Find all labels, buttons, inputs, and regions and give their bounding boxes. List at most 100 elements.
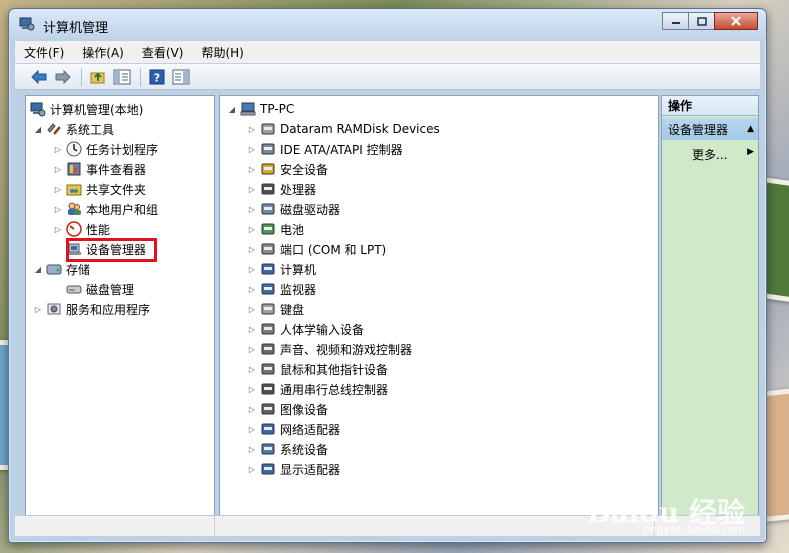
- collapsed-arrow-icon[interactable]: ▷: [54, 225, 62, 234]
- keyboard-icon: [261, 303, 275, 315]
- collapsed-arrow-icon[interactable]: ▷: [248, 205, 256, 214]
- menu-help[interactable]: 帮助(H): [192, 44, 252, 61]
- collapsed-arrow-icon[interactable]: ▷: [248, 365, 256, 374]
- menu-file[interactable]: 文件(F): [15, 44, 73, 61]
- maximize-icon: [696, 16, 707, 26]
- expanded-arrow-icon[interactable]: ◢: [228, 105, 236, 114]
- device-category-row[interactable]: ▷ 声音、视频和游戏控制器: [248, 339, 412, 359]
- device-tree-pane: ◢ TP-PC ▷ Dataram RAMDisk Devices ▷ IDE ATA…: [219, 95, 659, 517]
- tree-node-disk-management[interactable]: 磁盘管理: [66, 279, 134, 299]
- tree-node-shared-folders[interactable]: ▷ 共享文件夹: [54, 179, 146, 199]
- device-category-row[interactable]: ▷ 图像设备: [248, 399, 328, 419]
- device-category-row[interactable]: ▷ 电池: [248, 219, 304, 239]
- show-hide-action-pane-button[interactable]: [171, 67, 191, 87]
- device-category-label: Dataram RAMDisk Devices: [280, 122, 440, 136]
- collapsed-arrow-icon[interactable]: ▷: [248, 405, 256, 414]
- device-category-label: 图像设备: [280, 402, 329, 417]
- collapsed-arrow-icon[interactable]: ▷: [248, 445, 256, 454]
- tree-node-root[interactable]: 计算机管理(本地): [30, 99, 143, 119]
- device-category-row[interactable]: ▷ 通用串行总线控制器: [248, 379, 388, 399]
- collapsed-arrow-icon[interactable]: ▷: [54, 145, 62, 154]
- actions-header: 操作: [662, 96, 758, 116]
- device-category-label: 磁盘驱动器: [280, 202, 341, 217]
- collapsed-arrow-icon[interactable]: ▷: [248, 245, 256, 254]
- device-category-row[interactable]: ▷ 安全设备: [248, 159, 328, 179]
- more-actions-link[interactable]: 更多... ▶: [692, 146, 754, 163]
- collapsed-arrow-icon[interactable]: ▷: [248, 425, 256, 434]
- tree-label: 计算机管理(本地): [50, 102, 144, 117]
- clock-icon: [66, 141, 82, 157]
- collapse-arrow-icon[interactable]: ▲: [747, 124, 754, 134]
- device-category-row[interactable]: ▷ 显示适配器: [248, 459, 340, 479]
- tree-node-storage[interactable]: ◢ 存储: [34, 259, 90, 279]
- up-level-button[interactable]: [88, 67, 108, 87]
- menu-view[interactable]: 查看(V): [133, 44, 193, 61]
- device-category-row[interactable]: ▷ IDE ATA/ATAPI 控制器: [248, 139, 403, 159]
- forward-button[interactable]: [53, 67, 73, 87]
- collapsed-arrow-icon[interactable]: ▷: [248, 185, 256, 194]
- maximize-button[interactable]: [688, 12, 715, 30]
- collapsed-arrow-icon[interactable]: ▷: [248, 125, 256, 134]
- ramdisk-icon: [261, 123, 275, 135]
- collapsed-arrow-icon[interactable]: ▷: [54, 205, 62, 214]
- device-category-row[interactable]: ▷ 网络适配器: [248, 419, 340, 439]
- device-category-row[interactable]: ▷ 磁盘驱动器: [248, 199, 340, 219]
- device-category-row[interactable]: ▷ 计算机: [248, 259, 316, 279]
- collapsed-arrow-icon[interactable]: ▷: [248, 345, 256, 354]
- tree-node-event-viewer[interactable]: ▷ 事件查看器: [54, 159, 146, 179]
- tree-node-task-scheduler[interactable]: ▷ 任务计划程序: [54, 139, 158, 159]
- device-category-row[interactable]: ▷ 鼠标和其他指针设备: [248, 359, 388, 379]
- close-button[interactable]: [714, 12, 758, 30]
- collapsed-arrow-icon[interactable]: ▷: [248, 385, 256, 394]
- collapsed-arrow-icon[interactable]: ▷: [248, 305, 256, 314]
- collapsed-arrow-icon[interactable]: ▷: [54, 185, 62, 194]
- device-category-row[interactable]: ▷ 人体学输入设备: [248, 319, 364, 339]
- computer-icon: [240, 102, 256, 116]
- tree-node-performance[interactable]: ▷ 性能: [54, 219, 110, 239]
- tree-node-system-tools[interactable]: ◢ 系统工具: [34, 119, 114, 139]
- highlight-box: [66, 238, 157, 262]
- expanded-arrow-icon[interactable]: ◢: [34, 125, 42, 134]
- device-category-row[interactable]: ▷ 端口 (COM 和 LPT): [248, 239, 386, 259]
- actions-section-device-manager[interactable]: 设备管理器 ▲: [662, 118, 758, 140]
- users-icon: [68, 202, 81, 215]
- tree-label: 本地用户和组: [86, 202, 159, 217]
- collapsed-arrow-icon[interactable]: ▷: [248, 265, 256, 274]
- tree-label: 共享文件夹: [86, 182, 147, 197]
- collapsed-arrow-icon[interactable]: ▷: [248, 465, 256, 474]
- network-adapter-icon: [261, 423, 275, 435]
- expanded-arrow-icon[interactable]: ◢: [34, 265, 42, 274]
- services-icon: [47, 303, 61, 315]
- title-bar[interactable]: 计算机管理: [9, 9, 766, 39]
- shared-folder-icon: [66, 184, 82, 196]
- usb-icon: [261, 383, 275, 395]
- tree-node-services-apps[interactable]: ▷ 服务和应用程序: [34, 299, 150, 319]
- collapsed-arrow-icon[interactable]: ▷: [54, 165, 62, 174]
- device-category-row[interactable]: ▷ Dataram RAMDisk Devices: [248, 119, 440, 139]
- minimize-button[interactable]: [662, 12, 689, 30]
- back-button[interactable]: [29, 67, 49, 87]
- collapsed-arrow-icon[interactable]: ▷: [248, 325, 256, 334]
- forward-arrow-icon: [55, 69, 71, 84]
- performance-gauge-icon: [66, 221, 82, 237]
- collapsed-arrow-icon[interactable]: ▷: [248, 165, 256, 174]
- device-category-row[interactable]: ▷ 系统设备: [248, 439, 328, 459]
- device-tree-root[interactable]: ◢ TP-PC: [228, 99, 294, 119]
- menu-action[interactable]: 操作(A): [73, 44, 133, 61]
- help-button[interactable]: ?: [147, 67, 167, 87]
- port-icon: [261, 243, 275, 255]
- device-category-row[interactable]: ▷ 键盘: [248, 299, 304, 319]
- collapsed-arrow-icon[interactable]: ▷: [248, 225, 256, 234]
- ide-controller-icon: [261, 143, 275, 155]
- tree-node-local-users-groups[interactable]: ▷ 本地用户和组: [54, 199, 158, 219]
- computer-management-window: 计算机管理 文件(F) 操作(A) 查看(V) 帮助(H) ? 计算机管理(本地…: [8, 8, 767, 543]
- show-hide-tree-button[interactable]: [112, 67, 132, 87]
- device-category-label: IDE ATA/ATAPI 控制器: [280, 142, 403, 157]
- actions-section-label: 设备管理器: [668, 122, 729, 137]
- collapsed-arrow-icon[interactable]: ▷: [248, 145, 256, 154]
- collapsed-arrow-icon[interactable]: ▷: [248, 285, 256, 294]
- collapsed-arrow-icon[interactable]: ▷: [34, 305, 42, 314]
- device-category-row[interactable]: ▷ 监视器: [248, 279, 316, 299]
- console-tree-pane: 计算机管理(本地) ◢ 系统工具 ▷ 任务计划程序 ▷ 事件查看器 ▷ 共享文件…: [25, 95, 215, 517]
- device-category-row[interactable]: ▷ 处理器: [248, 179, 316, 199]
